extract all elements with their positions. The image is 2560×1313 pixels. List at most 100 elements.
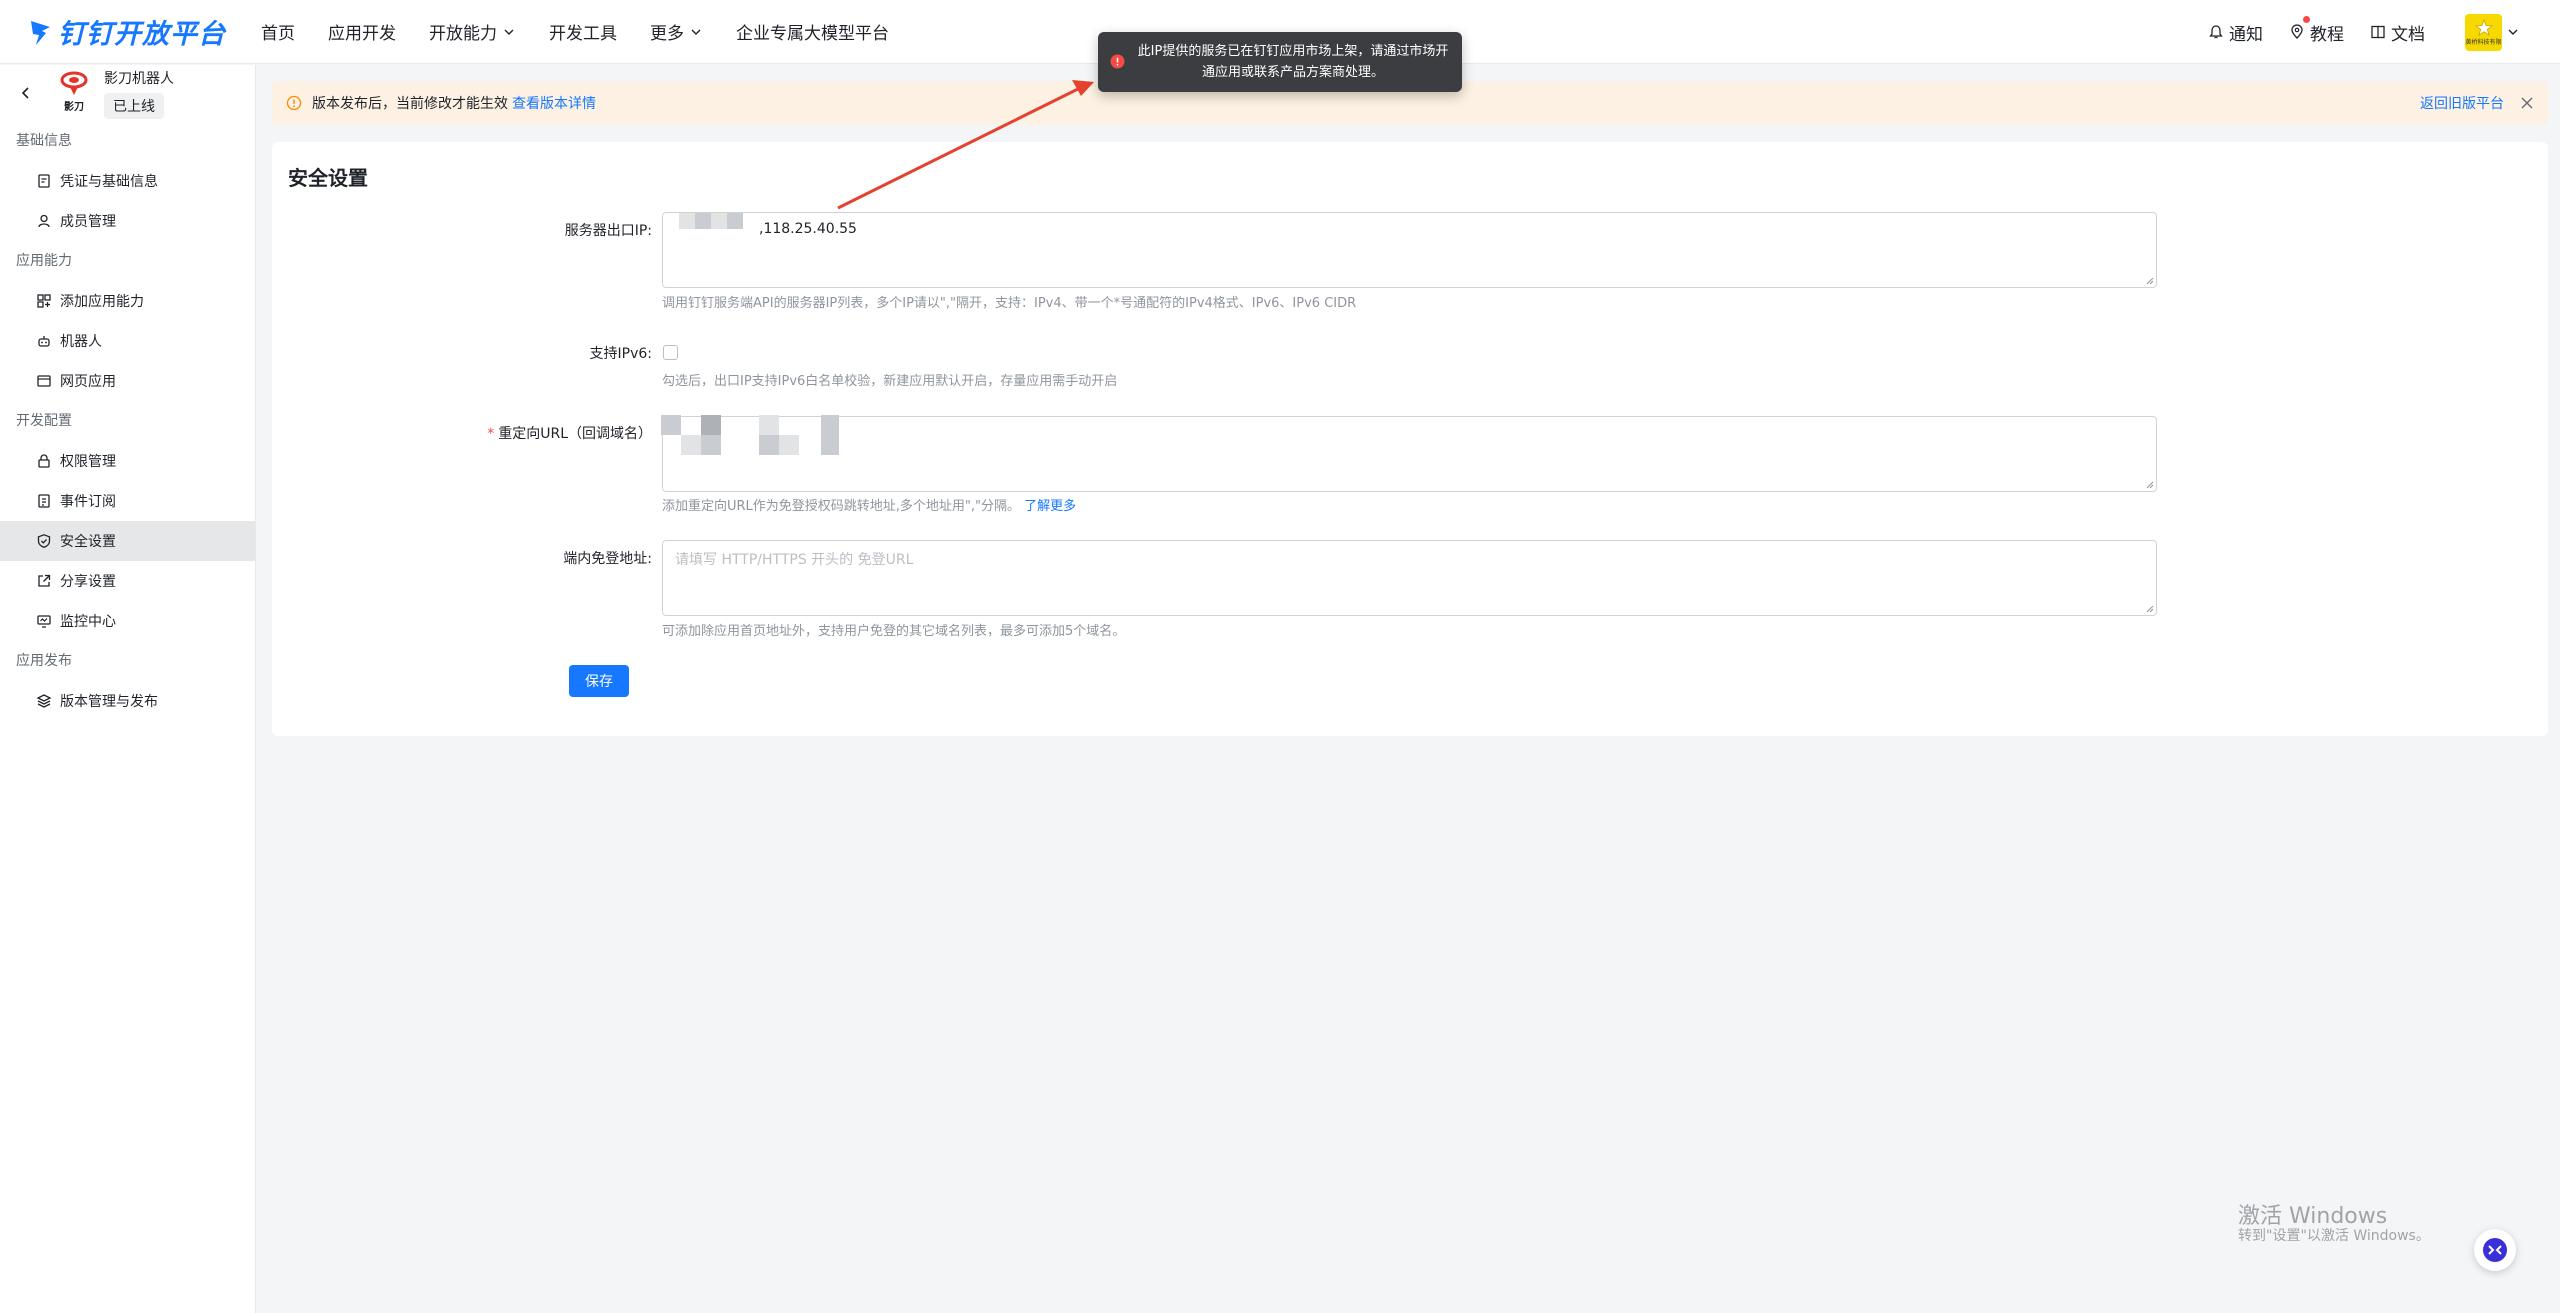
redacted-block bbox=[695, 213, 711, 229]
tutorial-label: 教程 bbox=[2310, 24, 2344, 45]
resize-handle-icon[interactable] bbox=[2144, 479, 2154, 489]
sidebar-item-2-4[interactable]: 监控中心 bbox=[0, 601, 255, 641]
resize-handle-icon[interactable] bbox=[2144, 275, 2154, 285]
nav-item-4[interactable]: 更多 bbox=[650, 19, 703, 44]
sidebar-menu: 基础信息凭证与基础信息 成员管理应用能力添加应用能力机器人网页应用开发配置权限管理… bbox=[0, 121, 255, 721]
ipv6-checkbox[interactable] bbox=[663, 345, 678, 360]
sidebar-item-1-1[interactable]: 机器人 bbox=[0, 321, 255, 361]
tutorial-button[interactable]: 教程 bbox=[2289, 15, 2344, 45]
error-toast: 此IP提供的服务已在钉钉应用市场上架，请通过市场开通应用或联系产品方案商处理。 bbox=[1098, 32, 1462, 92]
nav-item-label: 应用开发 bbox=[328, 24, 396, 44]
sidebar-item-1-2[interactable]: 网页应用 bbox=[0, 361, 255, 401]
sidebar-item-label: 分享设置 bbox=[60, 574, 116, 590]
brand-logo[interactable]: 钉钉开放平台 bbox=[28, 12, 233, 51]
app-name: 影刀机器人 bbox=[104, 70, 174, 87]
share-icon bbox=[38, 574, 51, 587]
sidebar-item-0-1[interactable]: 成员管理 bbox=[0, 201, 255, 241]
page-title: 安全设置 bbox=[288, 166, 368, 190]
layers-icon bbox=[36, 694, 52, 708]
chevron-down-icon bbox=[504, 29, 514, 35]
sidebar-item-label: 成员管理 bbox=[60, 214, 116, 230]
sso-url-input[interactable]: 请填写 HTTP/HTTPS 开头的 免登URL bbox=[662, 540, 2157, 616]
sidebar-item-2-3[interactable]: 分享设置 bbox=[0, 561, 255, 601]
server-ip-input[interactable]: ,118.25.40.55 bbox=[662, 212, 2157, 288]
redacted-block bbox=[711, 213, 727, 229]
sidebar-group-title: 基础信息 bbox=[16, 133, 72, 149]
event-icon bbox=[38, 494, 50, 508]
brand-name: 钉钉开放平台 bbox=[58, 19, 226, 50]
lock-icon bbox=[38, 454, 50, 468]
redirect-url-help-text: 添加重定向URL作为免登授权码跳转地址,多个地址用","分隔。 bbox=[662, 499, 1021, 514]
assistant-float-button[interactable] bbox=[2474, 1229, 2516, 1271]
nav-item-3[interactable]: 开发工具 bbox=[549, 19, 617, 44]
sidebar-group-title: 开发配置 bbox=[16, 413, 72, 429]
toast-message: 此IP提供的服务已在钉钉应用市场上架，请通过市场开通应用或联系产品方案商处理。 bbox=[1137, 44, 1449, 80]
tutorial-badge-dot bbox=[2303, 15, 2310, 23]
redacted-block bbox=[727, 213, 743, 229]
sidebar-item-2-2[interactable]: 安全设置 bbox=[0, 521, 255, 561]
resize-handle-icon[interactable] bbox=[2144, 603, 2154, 613]
warning-icon bbox=[286, 95, 302, 111]
redacted-block bbox=[681, 435, 701, 455]
view-version-link[interactable]: 查看版本详情 bbox=[512, 93, 596, 113]
member-icon bbox=[38, 214, 50, 228]
user-menu[interactable]: 黄桥科技有限 bbox=[2465, 13, 2520, 51]
nav-item-0[interactable]: 首页 bbox=[261, 19, 295, 44]
redacted-block bbox=[701, 415, 721, 435]
bell-icon bbox=[2209, 25, 2223, 39]
redacted-block bbox=[759, 415, 779, 435]
sidebar-group-title: 应用能力 bbox=[16, 253, 72, 269]
server-ip-label: 服务器出口IP: bbox=[564, 223, 652, 239]
redacted-block bbox=[701, 435, 721, 455]
sidebar-item-label: 事件订阅 bbox=[60, 494, 116, 510]
error-icon bbox=[1110, 54, 1125, 69]
app-logo-text: 影刀 bbox=[64, 102, 84, 113]
sidebar-item-label: 凭证与基础信息 bbox=[60, 174, 158, 190]
sso-url-help: 可添加除应用首页地址外，支持用户免登的其它域名列表，最多可添加5个域名。 bbox=[662, 624, 1126, 639]
book-icon bbox=[2371, 25, 2385, 39]
redacted-block bbox=[779, 435, 799, 455]
sidebar-item-1-0[interactable]: 添加应用能力 bbox=[0, 281, 255, 321]
nav-item-2[interactable]: 开放能力 bbox=[429, 19, 516, 44]
sidebar-group-title: 应用发布 bbox=[16, 653, 72, 669]
docs-button[interactable]: 文档 bbox=[2370, 20, 2425, 45]
nav-item-5[interactable]: 企业专属大模型平台 bbox=[736, 19, 889, 44]
nav-item-1[interactable]: 应用开发 bbox=[328, 19, 396, 44]
windows-watermark-subtitle: 转到"设置"以激活 Windows。 bbox=[2238, 1228, 2430, 1244]
shield-icon bbox=[37, 534, 51, 548]
sidebar-item-label: 网页应用 bbox=[60, 374, 116, 390]
back-old-platform-link[interactable]: 返回旧版平台 bbox=[2420, 93, 2504, 113]
save-button[interactable]: 保存 bbox=[569, 665, 629, 697]
security-settings-card: 安全设置 服务器出口IP: ,118.25.40.55 调用钉钉服务端API的服… bbox=[272, 142, 2548, 736]
back-arrow-icon[interactable] bbox=[16, 83, 36, 103]
notice-text: 版本发布后，当前修改才能生效 bbox=[312, 96, 508, 112]
app-meta: 影刀机器人 已上线 bbox=[104, 68, 174, 119]
redirect-url-input[interactable] bbox=[661, 415, 2157, 492]
notice-actions: 返回旧版平台 bbox=[2420, 81, 2534, 125]
sidebar-item-3-0[interactable]: 版本管理与发布 bbox=[0, 681, 255, 721]
sidebar-item-0-0[interactable]: 凭证与基础信息 bbox=[0, 161, 255, 201]
close-icon[interactable] bbox=[2520, 96, 2534, 110]
star-icon bbox=[2474, 18, 2493, 36]
nav-item-label: 企业专属大模型平台 bbox=[736, 24, 889, 44]
notify-button[interactable]: 通知 bbox=[2208, 20, 2263, 45]
learn-more-link[interactable]: 了解更多 bbox=[1024, 499, 1076, 514]
redacted-block bbox=[679, 213, 695, 229]
sso-url-placeholder: 请填写 HTTP/HTTPS 开头的 免登URL bbox=[675, 552, 914, 568]
sidebar-item-label: 添加应用能力 bbox=[60, 294, 144, 310]
redacted-block bbox=[661, 415, 681, 435]
redirect-url-label: * 重定向URL（回调域名） bbox=[392, 423, 652, 443]
add-capability-icon bbox=[37, 294, 51, 308]
credential-icon bbox=[38, 174, 50, 188]
chevron-down-icon bbox=[691, 29, 701, 35]
sidebar-item-label: 监控中心 bbox=[60, 614, 116, 630]
chevron-down-icon bbox=[2508, 29, 2518, 35]
nav-item-label: 开放能力 bbox=[429, 24, 497, 44]
main-nav: 首页 应用开发 开放能力 开发工具 更多 企业专属大模型平台 bbox=[261, 19, 922, 44]
nav-item-label: 首页 bbox=[261, 24, 295, 44]
avatar: 黄桥科技有限 bbox=[2465, 13, 2502, 51]
sidebar-item-2-1[interactable]: 事件订阅 bbox=[0, 481, 255, 521]
server-ip-value: ,118.25.40.55 bbox=[759, 221, 857, 237]
sidebar-item-label: 权限管理 bbox=[60, 454, 116, 470]
sidebar-item-2-0[interactable]: 权限管理 bbox=[0, 441, 255, 481]
